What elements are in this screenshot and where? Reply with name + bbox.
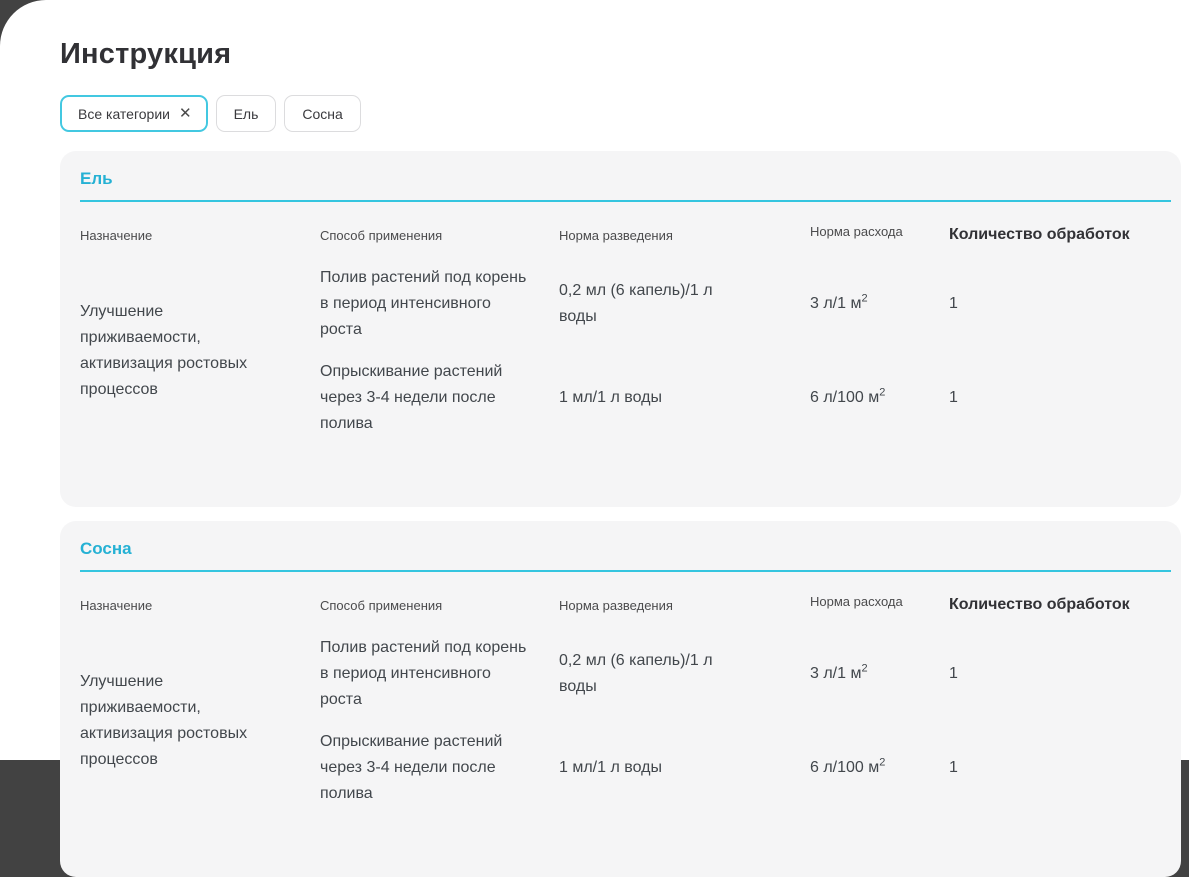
section-card-el: Ель Назначение Способ применения Норма р…: [60, 151, 1181, 507]
column-header-method: Способ применения: [320, 202, 559, 257]
dilution-cell: 0,2 мл (6 капель)/1 л воды: [559, 257, 810, 351]
column-header-dilution: Норма разведения: [559, 202, 810, 257]
column-header-treatments: Количество обработок: [949, 202, 1171, 257]
rate-cell: 6 л/100 м2: [810, 351, 949, 445]
method-cell: Полив растений под корень в период интен…: [320, 257, 559, 351]
rate-cell: 3 л/1 м2: [810, 627, 949, 721]
section-title: Сосна: [80, 539, 1171, 559]
column-header-rate: Норма расхода: [810, 202, 949, 257]
rate-cell: 3 л/1 м2: [810, 257, 949, 351]
column-header-rate: Норма расхода: [810, 572, 949, 627]
method-cell: Опрыскивание растений через 3-4 недели п…: [320, 351, 559, 445]
content-sheet: Инструкция Все категории ✕ Ель Сосна Ель…: [0, 0, 1189, 760]
column-header-method: Способ применения: [320, 572, 559, 627]
filter-chips: Все категории ✕ Ель Сосна: [60, 95, 1181, 132]
page-title: Инструкция: [60, 38, 1181, 70]
dilution-cell: 1 мл/1 л воды: [559, 351, 810, 445]
chip-el-label: Ель: [234, 106, 259, 122]
dilution-cell: 1 мл/1 л воды: [559, 721, 810, 815]
table-header-row: Назначение Способ применения Норма разве…: [80, 572, 1171, 627]
purpose-cell: Улучшение приживаемости, активизация рос…: [80, 627, 320, 815]
chip-sosna[interactable]: Сосна: [284, 95, 360, 132]
method-cell: Полив растений под корень в период интен…: [320, 627, 559, 721]
instruction-table: Назначение Способ применения Норма разве…: [80, 202, 1171, 445]
treatments-cell: 1: [949, 257, 1171, 351]
close-icon[interactable]: ✕: [179, 106, 192, 121]
chip-el[interactable]: Ель: [216, 95, 277, 132]
column-header-dilution: Норма разведения: [559, 572, 810, 627]
chip-all-categories[interactable]: Все категории ✕: [60, 95, 208, 132]
treatments-cell: 1: [949, 351, 1171, 445]
rate-cell: 6 л/100 м2: [810, 721, 949, 815]
table-header-row: Назначение Способ применения Норма разве…: [80, 202, 1171, 257]
purpose-cell: Улучшение приживаемости, активизация рос…: [80, 257, 320, 445]
column-header-purpose: Назначение: [80, 572, 320, 627]
column-header-purpose: Назначение: [80, 202, 320, 257]
chip-sosna-label: Сосна: [302, 106, 342, 122]
table-row: Улучшение приживаемости, активизация рос…: [80, 627, 1171, 721]
chip-all-categories-label: Все категории: [78, 106, 170, 122]
section-card-sosna: Сосна Назначение Способ применения Норма…: [60, 521, 1181, 877]
method-cell: Опрыскивание растений через 3-4 недели п…: [320, 721, 559, 815]
treatments-cell: 1: [949, 627, 1171, 721]
section-title: Ель: [80, 169, 1171, 189]
treatments-cell: 1: [949, 721, 1171, 815]
instruction-table: Назначение Способ применения Норма разве…: [80, 572, 1171, 815]
dilution-cell: 0,2 мл (6 капель)/1 л воды: [559, 627, 810, 721]
column-header-treatments: Количество обработок: [949, 572, 1171, 627]
table-row: Улучшение приживаемости, активизация рос…: [80, 257, 1171, 351]
